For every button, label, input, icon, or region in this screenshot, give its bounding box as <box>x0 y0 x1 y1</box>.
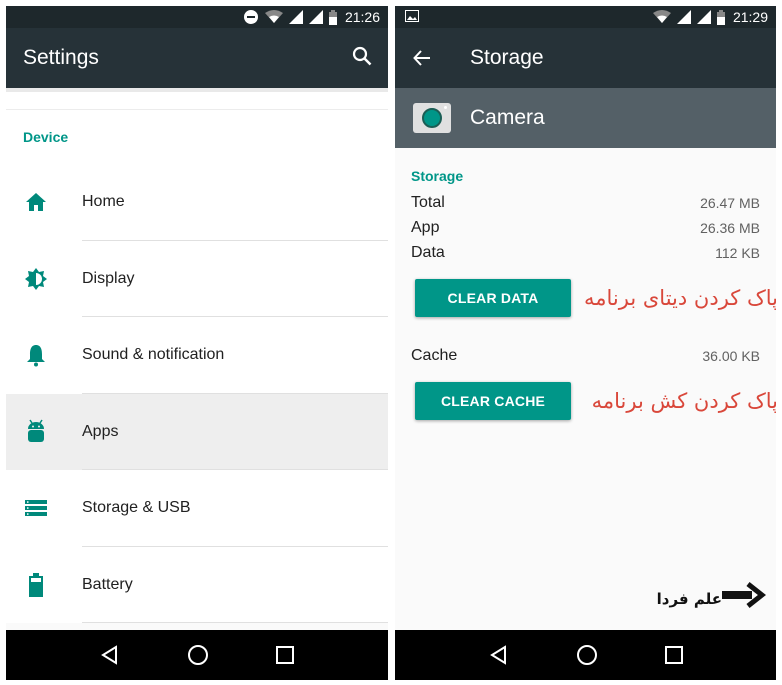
clear-data-annotation: پاک کردن دیتای برنامه <box>584 286 776 310</box>
settings-item-storage[interactable]: Storage & USB <box>6 470 388 547</box>
watermark-text: علم فردا <box>656 590 722 608</box>
settings-item-battery[interactable]: Battery <box>6 546 388 623</box>
row-value: 112 KB <box>715 244 760 261</box>
search-button[interactable] <box>352 46 372 71</box>
storage-icon <box>24 500 47 517</box>
back-button[interactable] <box>413 50 435 66</box>
camera-app-icon <box>413 103 451 133</box>
storage-details: Storage Total 26.47 MB App 26.36 MB Data… <box>395 168 776 428</box>
signal-icon <box>696 10 711 24</box>
row-label: Cache <box>411 346 458 364</box>
status-time: 21:26 <box>344 9 380 25</box>
app-bar: Storage <box>395 28 776 88</box>
bell-icon <box>26 345 45 367</box>
app-bar: Settings <box>6 28 388 88</box>
settings-item-label: Storage & USB <box>82 499 191 517</box>
settings-item-apps[interactable]: Apps <box>6 393 388 470</box>
settings-item-label: Battery <box>82 575 133 593</box>
dnd-icon <box>243 10 258 24</box>
section-header-device: Device <box>6 110 388 164</box>
app-name: Camera <box>470 106 545 129</box>
row-label: Data <box>411 243 445 261</box>
navigation-bar <box>395 630 776 680</box>
clear-cache-annotation: پاک کردن کش برنامه <box>591 389 776 413</box>
row-value: 26.47 MB <box>700 194 760 211</box>
settings-item-home[interactable]: Home <box>6 164 388 241</box>
back-icon[interactable] <box>489 645 509 665</box>
storage-row-app: App 26.36 MB <box>411 215 760 240</box>
arrow-back-icon <box>413 50 430 66</box>
clear-data-button[interactable]: CLEAR DATA <box>415 279 571 317</box>
signal-icon <box>308 10 323 24</box>
app-storage-screen: 21:29 Storage Camera Storage Total 26.47… <box>395 6 776 680</box>
settings-item-label: Sound & notification <box>82 346 225 364</box>
row-value: 36.00 KB <box>702 347 760 364</box>
recents-icon[interactable] <box>276 646 295 664</box>
settings-item-display[interactable]: Display <box>6 240 388 317</box>
page-title: Storage <box>470 46 544 69</box>
home-circle-icon[interactable] <box>187 644 209 666</box>
section-header-storage: Storage <box>411 168 464 184</box>
settings-list: Device Home Display Sound & notification… <box>6 110 388 623</box>
row-label: App <box>411 218 440 236</box>
settings-item-label: Apps <box>82 422 119 440</box>
navigation-bar <box>6 630 388 680</box>
divider <box>6 88 388 110</box>
settings-screen: 21:26 Settings Device Home Display Sound… <box>6 6 388 680</box>
storage-row-data: Data 112 KB <box>411 240 760 265</box>
row-label: Total <box>411 193 445 211</box>
settings-item-label: Display <box>82 269 135 287</box>
recents-icon[interactable] <box>664 646 683 664</box>
android-icon <box>27 419 44 442</box>
back-icon[interactable] <box>100 645 120 665</box>
status-bar: 21:26 <box>6 6 388 28</box>
battery-icon <box>328 9 337 25</box>
battery-icon <box>716 9 725 25</box>
settings-item-label: Home <box>82 193 125 211</box>
status-bar: 21:29 <box>395 6 776 28</box>
status-time: 21:29 <box>732 9 768 25</box>
home-icon <box>25 193 46 212</box>
wifi-icon <box>264 10 283 23</box>
wifi-icon <box>652 10 671 23</box>
settings-item-sound[interactable]: Sound & notification <box>6 317 388 394</box>
clear-cache-button[interactable]: CLEAR CACHE <box>415 382 571 420</box>
storage-row-total: Total 26.47 MB <box>411 190 760 215</box>
battery-icon <box>28 572 43 597</box>
row-value: 26.36 MB <box>700 219 760 236</box>
watermark-logo: علم فردا <box>657 582 766 608</box>
search-icon <box>352 46 372 66</box>
page-title: Settings <box>23 46 99 69</box>
app-header: Camera <box>395 88 776 148</box>
image-notification-icon <box>405 10 419 22</box>
signal-icon <box>676 10 691 24</box>
signal-icon <box>288 10 303 24</box>
arrow-right-icon <box>722 582 766 608</box>
brightness-icon <box>24 267 47 290</box>
storage-row-cache: Cache 36.00 KB <box>411 343 760 368</box>
home-circle-icon[interactable] <box>576 644 598 666</box>
